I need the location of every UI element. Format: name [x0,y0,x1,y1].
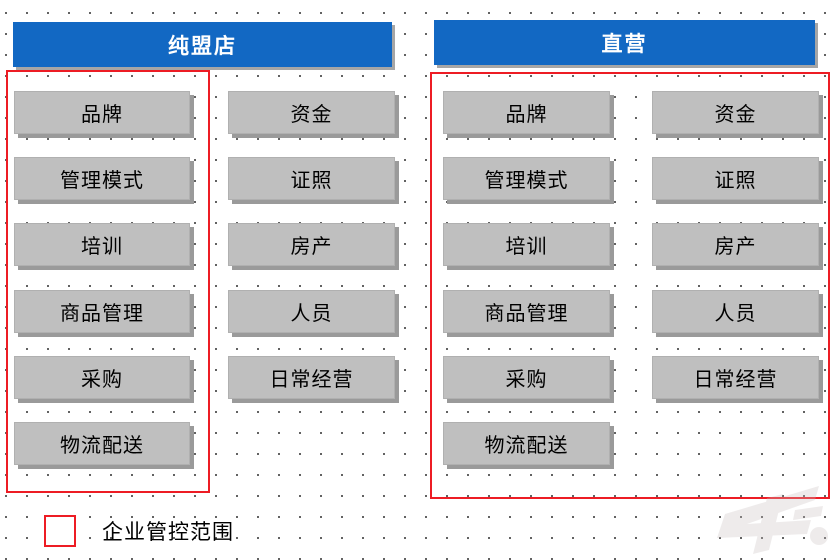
panel-title-direct[interactable]: 直营 [434,20,815,65]
item-box-direct-2-1[interactable]: 资金 [652,91,819,134]
item-box-label: 证照 [290,170,333,192]
item-box-direct-1-4[interactable]: 商品管理 [443,290,610,333]
item-box-franchise-1-3[interactable]: 培训 [14,223,190,266]
item-box-direct-2-4[interactable]: 人员 [652,290,819,333]
item-box-label: 培训 [81,236,123,258]
item-box-direct-1-1[interactable]: 品牌 [443,91,610,134]
item-box-label: 证照 [714,170,757,192]
item-box-label: 商品管理 [60,303,144,325]
item-box-franchise-2-3[interactable]: 房产 [228,223,395,266]
panel-title-direct-label: 直营 [601,32,648,56]
item-box-label: 房产 [290,236,333,258]
item-box-direct-1-6[interactable]: 物流配送 [443,422,610,465]
item-box-franchise-1-6[interactable]: 物流配送 [14,422,190,465]
item-box-label: 日常经营 [693,369,778,391]
item-box-direct-2-2[interactable]: 证照 [652,157,819,200]
item-box-franchise-1-2[interactable]: 管理模式 [14,157,190,200]
item-box-label: 采购 [81,369,123,391]
legend-label: 企业管控范围 [102,521,234,544]
item-box-franchise-2-4[interactable]: 人员 [228,290,395,333]
item-box-label: 培训 [505,236,548,258]
item-box-franchise-1-4[interactable]: 商品管理 [14,290,190,333]
item-box-label: 管理模式 [60,170,144,192]
item-box-franchise-1-1[interactable]: 品牌 [14,91,190,134]
item-box-franchise-2-1[interactable]: 资金 [228,91,395,134]
item-box-direct-1-5[interactable]: 采购 [443,356,610,399]
panel-title-franchise[interactable]: 纯盟店 [13,22,392,67]
item-box-label: 采购 [505,369,548,391]
item-box-franchise-1-5[interactable]: 采购 [14,356,190,399]
item-box-label: 资金 [290,104,333,126]
item-box-label: 人员 [714,303,757,325]
panel-title-franchise-label: 纯盟店 [168,34,237,58]
item-box-label: 物流配送 [484,435,569,457]
item-box-direct-1-2[interactable]: 管理模式 [443,157,610,200]
item-box-label: 品牌 [81,104,123,126]
item-box-label: 房产 [714,236,757,258]
item-box-label: 品牌 [505,104,548,126]
legend-swatch-control-scope [44,515,76,547]
item-box-label: 物流配送 [60,435,144,457]
item-box-direct-2-5[interactable]: 日常经营 [652,356,819,399]
item-box-direct-2-3[interactable]: 房产 [652,223,819,266]
item-box-direct-1-3[interactable]: 培训 [443,223,610,266]
item-box-franchise-2-5[interactable]: 日常经营 [228,356,395,399]
item-box-franchise-2-2[interactable]: 证照 [228,157,395,200]
diagram-canvas: 纯盟店 直营 品牌管理模式培训商品管理采购物流配送 资金证照房产人员日常经营 品牌管… [0,0,839,560]
item-box-label: 资金 [714,104,757,126]
item-box-label: 人员 [290,303,333,325]
legend: 企业管控范围 [44,515,234,547]
item-box-label: 管理模式 [484,170,569,192]
item-box-label: 日常经营 [269,369,354,391]
item-box-label: 商品管理 [484,303,569,325]
